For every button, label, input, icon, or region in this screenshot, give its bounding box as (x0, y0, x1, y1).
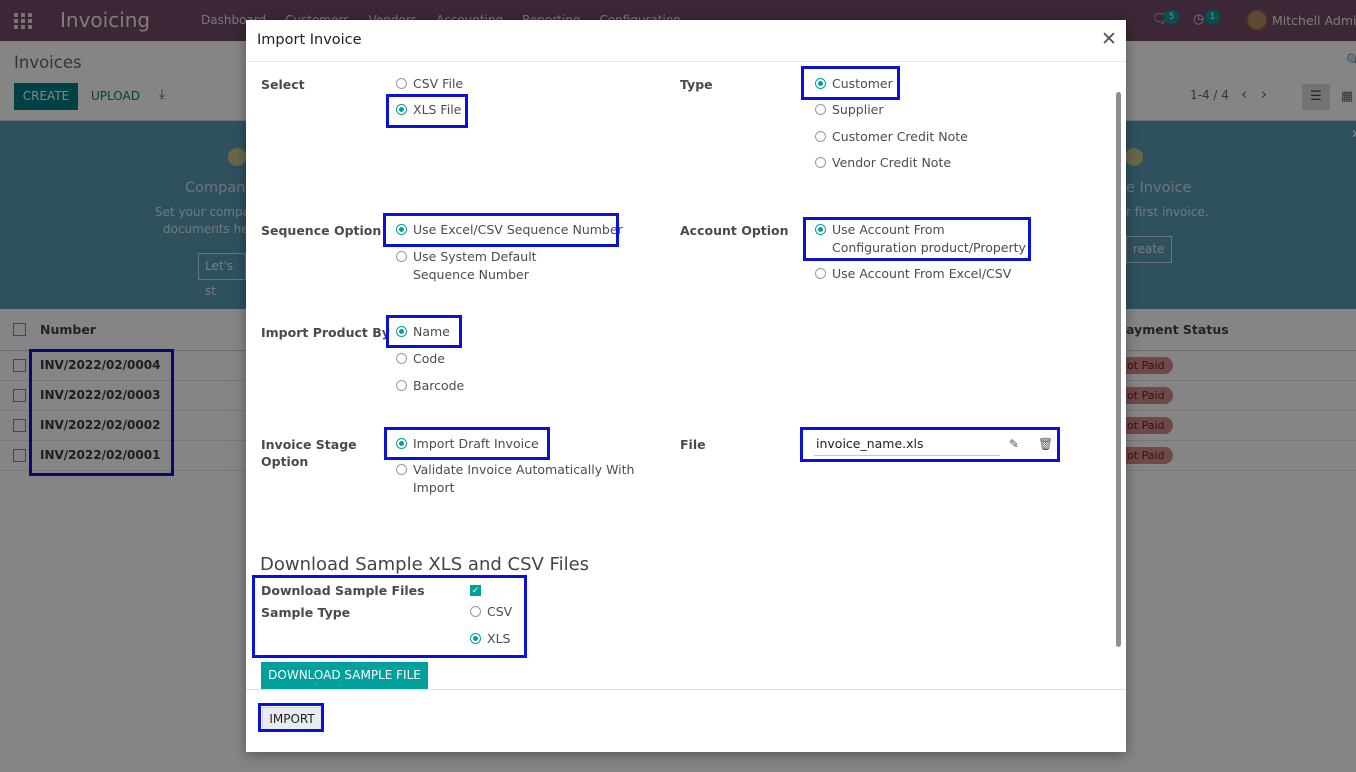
highlight-box (384, 427, 550, 460)
radio-icon[interactable] (815, 268, 826, 279)
dialog-scrollbar[interactable] (1116, 92, 1121, 647)
option-label: Vendor Credit Note (832, 155, 952, 170)
highlight-box (800, 427, 1060, 462)
highlight-box (386, 94, 468, 128)
select-label: Select (261, 77, 305, 92)
highlight-box (386, 315, 462, 348)
sample-section-title: Download Sample XLS and CSV Files (260, 554, 590, 575)
radio-icon[interactable] (396, 251, 407, 262)
option-label: Customer Credit Note (832, 129, 968, 144)
dialog-title: Import Invoice (257, 32, 362, 48)
highlight-box (252, 575, 527, 658)
radio-supplier[interactable]: Supplier (815, 101, 884, 119)
dialog-header: Import Invoice ✕ (246, 20, 1126, 62)
radio-icon[interactable] (396, 380, 407, 391)
option-label: Barcode (413, 378, 465, 393)
file-label: File (680, 437, 706, 452)
close-icon[interactable]: ✕ (1101, 29, 1117, 49)
radio-vendor-credit-note[interactable]: Vendor Credit Note (815, 154, 951, 172)
radio-icon[interactable] (815, 131, 826, 142)
invoice-stage-option-label: Invoice Stage Option (261, 437, 357, 469)
import-invoice-dialog: Import Invoice ✕ Select CSV File XLS Fil… (246, 20, 1126, 752)
account-option-label: Account Option (680, 223, 789, 238)
radio-icon[interactable] (396, 78, 407, 89)
highlight-box (258, 703, 324, 732)
radio-csv-file[interactable]: CSV File (396, 75, 463, 93)
option-label: Use System Default Sequence Number (413, 249, 537, 282)
sequence-option-label: Sequence Option (261, 223, 382, 238)
radio-validate-automatically[interactable]: Validate Invoice Automatically With Impo… (396, 461, 636, 497)
radio-code[interactable]: Code (396, 350, 445, 368)
radio-account-excel[interactable]: Use Account From Excel/CSV (815, 265, 1011, 283)
option-label: CSV File (413, 76, 464, 91)
option-label: Use Account From Excel/CSV (832, 266, 1012, 281)
radio-system-sequence[interactable]: Use System Default Sequence Number (396, 248, 596, 284)
highlight-box (803, 217, 1031, 261)
highlight-box (801, 66, 900, 100)
option-label: Code (413, 351, 446, 366)
radio-customer-credit-note[interactable]: Customer Credit Note (815, 128, 968, 146)
option-label: Supplier (832, 102, 884, 117)
radio-icon[interactable] (396, 464, 407, 475)
radio-icon[interactable] (815, 104, 826, 115)
import-product-by-label: Import Product By (261, 325, 390, 340)
dialog-footer (246, 689, 1126, 752)
radio-icon[interactable] (396, 353, 407, 364)
type-label: Type (680, 77, 713, 92)
option-label: Validate Invoice Automatically With Impo… (413, 462, 635, 495)
radio-icon[interactable] (815, 157, 826, 168)
radio-barcode[interactable]: Barcode (396, 377, 464, 395)
download-sample-file-button[interactable]: DOWNLOAD SAMPLE FILE (261, 662, 428, 689)
highlight-box (383, 213, 619, 247)
